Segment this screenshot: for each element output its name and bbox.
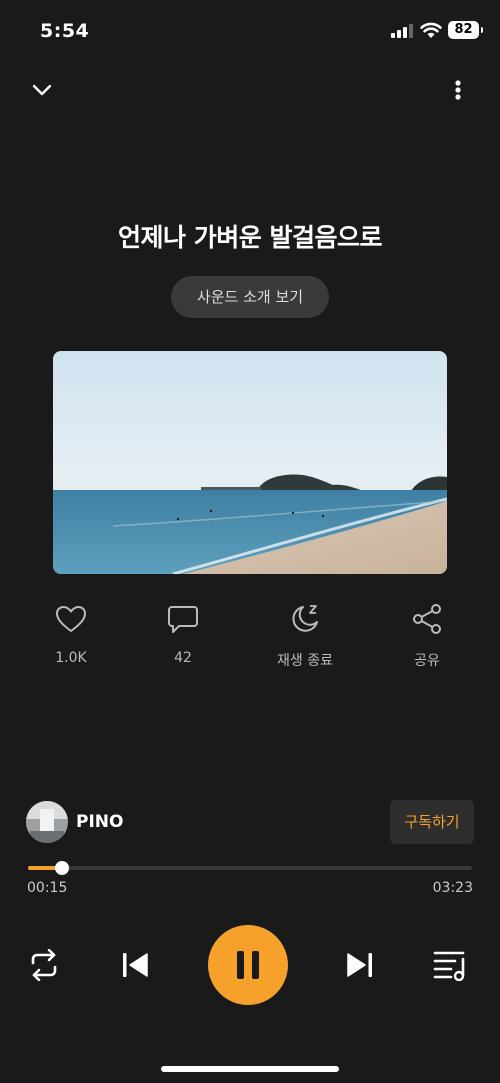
wifi-icon [420, 22, 442, 38]
current-time: 00:15 [27, 880, 68, 896]
chevron-down-icon[interactable] [28, 76, 56, 104]
battery-indicator: 82 [448, 21, 483, 39]
sleep-timer-icon [292, 605, 318, 632]
artist-row: PINO 구독하기 [0, 800, 500, 846]
playback-progress-slider[interactable] [28, 861, 472, 875]
progress-track [28, 866, 472, 870]
like-count: 1.0K [55, 650, 87, 666]
avatar[interactable] [26, 801, 68, 843]
more-vertical-icon[interactable] [446, 76, 470, 104]
pause-button[interactable] [208, 925, 288, 1005]
heart-icon [56, 606, 86, 632]
album-art-image [53, 351, 447, 574]
like-button[interactable]: 1.0K [26, 600, 116, 666]
status-time: 5:54 [40, 20, 90, 42]
top-bar [0, 70, 500, 110]
sleep-timer-label: 재생 종료 [277, 653, 333, 669]
share-button[interactable]: 공유 [382, 600, 472, 670]
subscribe-button[interactable]: 구독하기 [390, 800, 474, 844]
skip-previous-icon[interactable] [120, 951, 150, 979]
share-label: 공유 [414, 653, 440, 669]
sound-intro-button[interactable]: 사운드 소개 보기 [171, 276, 329, 318]
progress-thumb[interactable] [55, 861, 70, 875]
action-row: 1.0K 42 재생 종료 공유 [0, 600, 500, 680]
home-indicator[interactable] [161, 1066, 339, 1072]
playlist-icon[interactable] [433, 949, 471, 981]
artist-name[interactable]: PINO [76, 812, 123, 832]
comment-icon [168, 606, 198, 633]
pause-icon [237, 951, 259, 979]
comment-button[interactable]: 42 [138, 600, 228, 666]
status-bar: 5:54 82 [0, 0, 500, 62]
playback-controls [0, 925, 500, 1005]
share-icon [413, 604, 441, 634]
sleep-timer-button[interactable]: 재생 종료 [260, 600, 350, 670]
cellular-signal-icon [391, 24, 413, 38]
repeat-icon[interactable] [27, 949, 61, 981]
skip-next-icon[interactable] [345, 951, 375, 979]
song-title: 언제나 가벼운 발걸음으로 [118, 223, 382, 252]
total-time: 03:23 [432, 880, 473, 896]
comment-count: 42 [174, 650, 192, 666]
